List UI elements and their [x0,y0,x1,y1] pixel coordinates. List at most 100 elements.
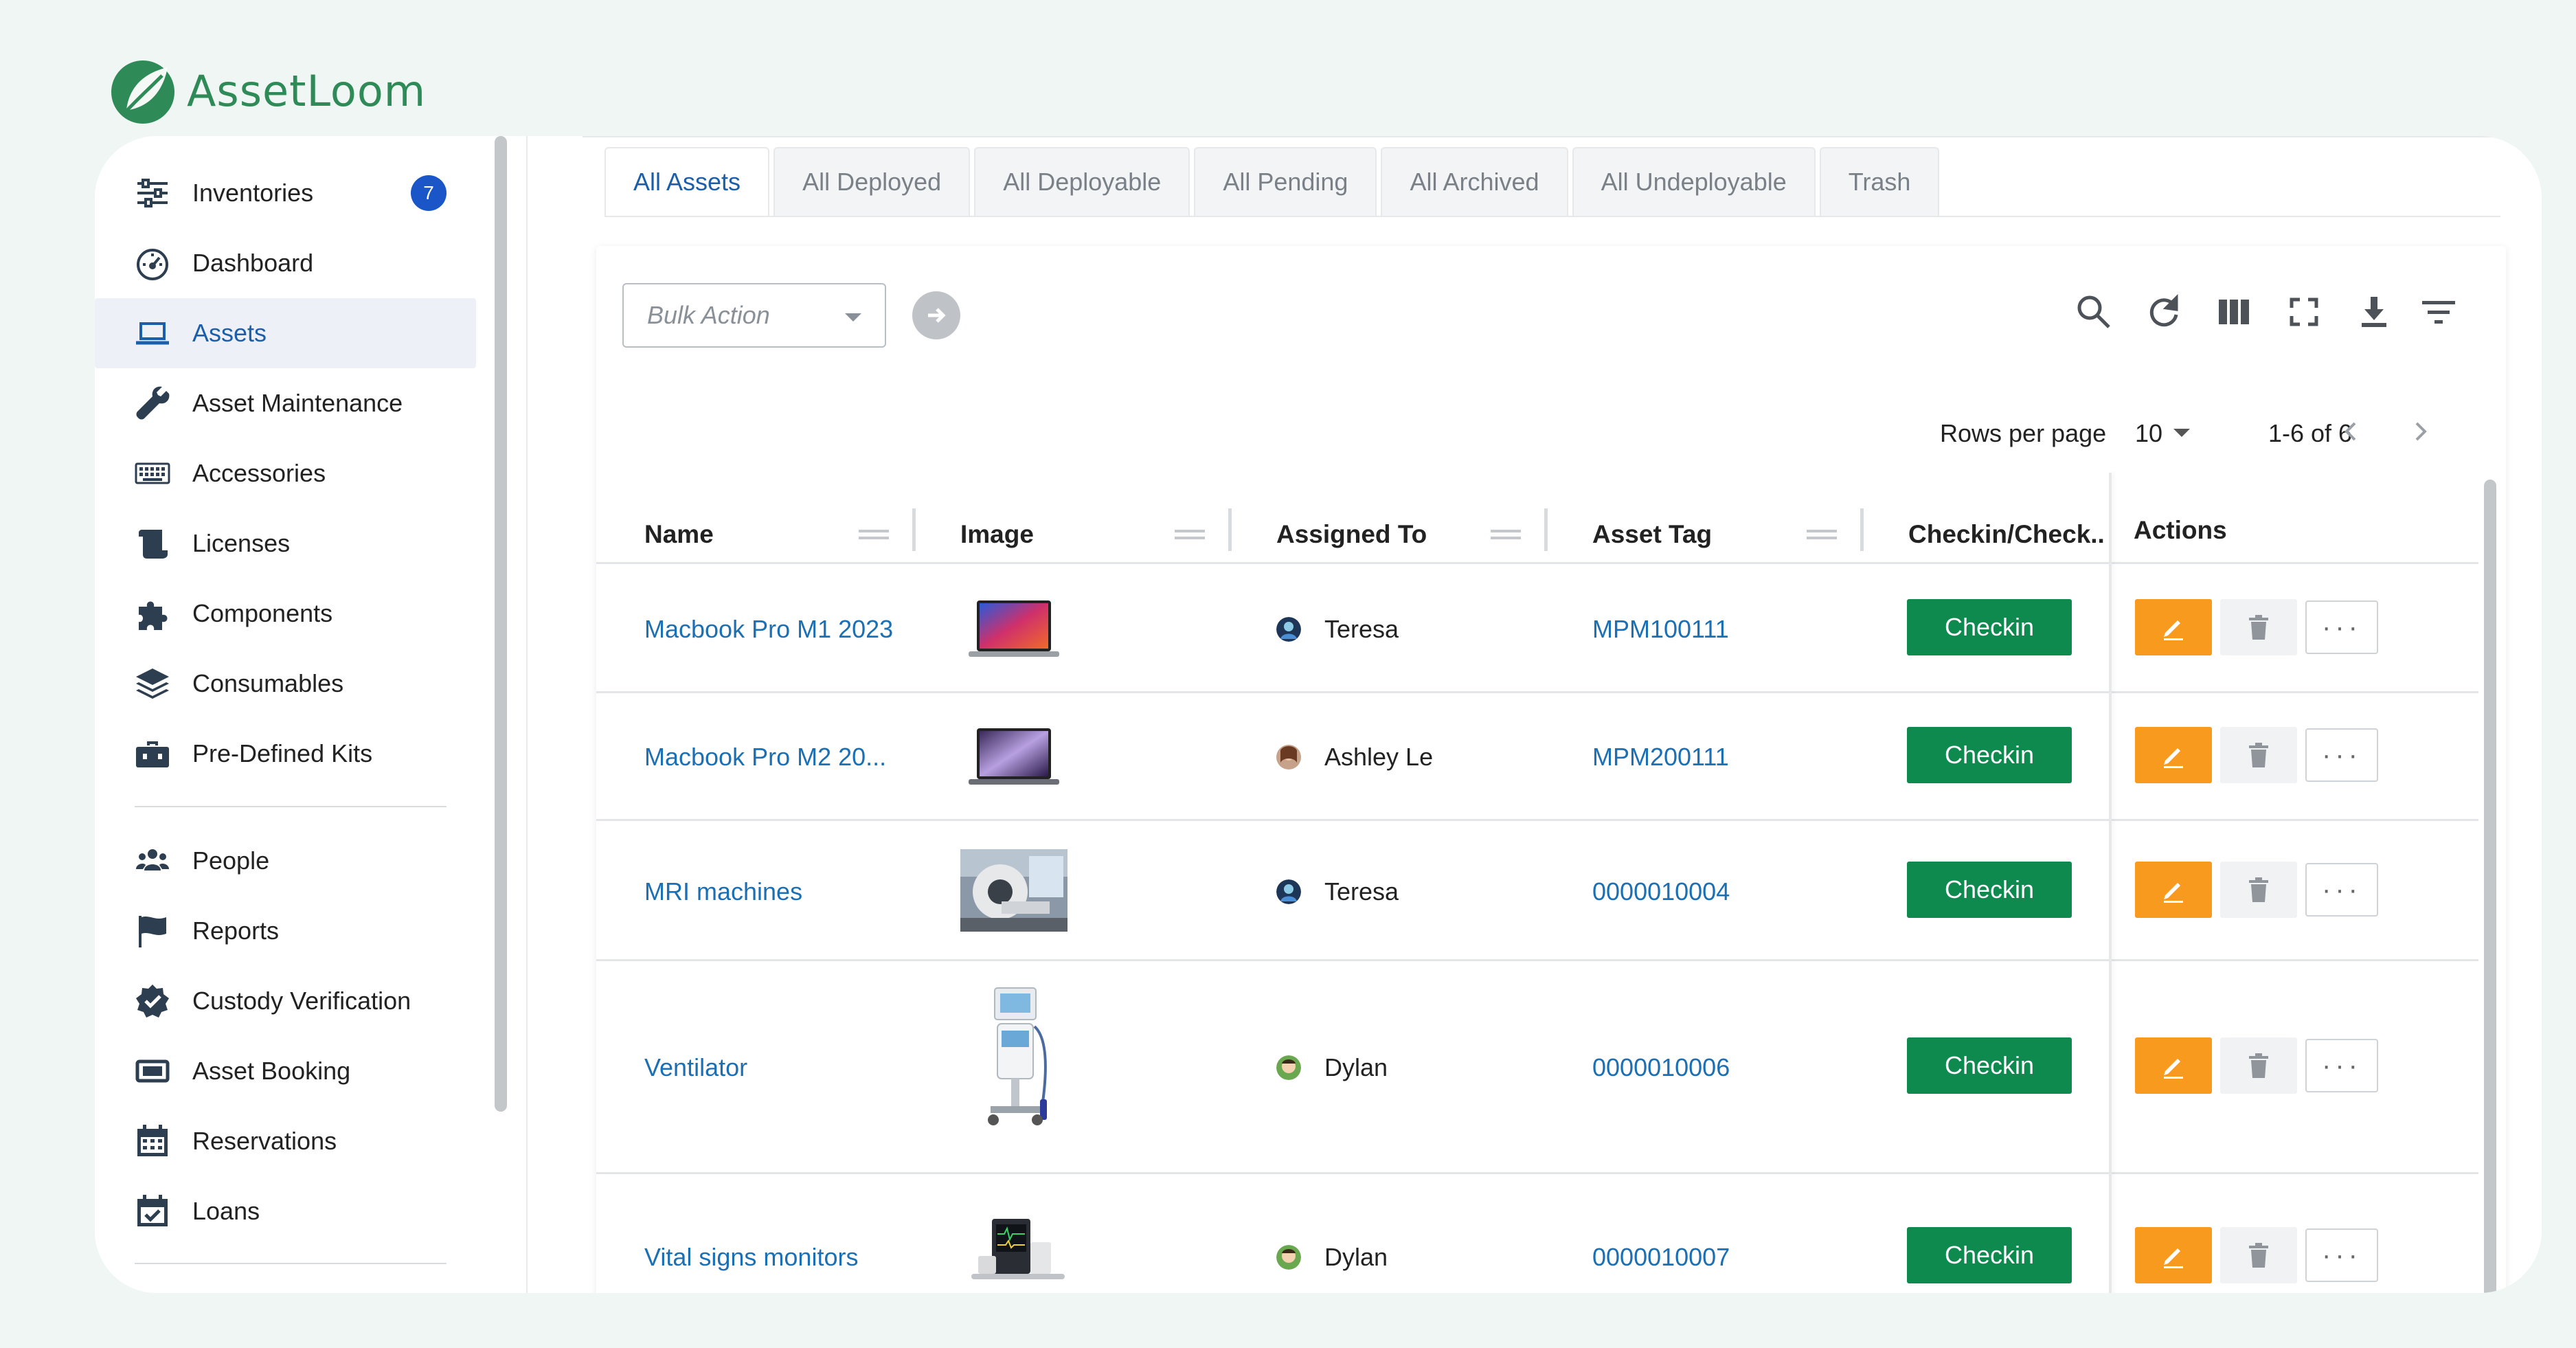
sidebar-item-loans[interactable]: Loans [95,1176,476,1246]
sidebar-item-people[interactable]: People [95,826,476,896]
column-menu-icon[interactable] [1175,530,1205,539]
refresh-icon[interactable] [2143,291,2184,333]
sidebar-item-assets[interactable]: Assets [95,298,476,368]
chevron-right-icon[interactable] [2403,412,2437,451]
column-resizer[interactable] [1544,508,1548,551]
column-header-image[interactable]: Image [960,507,1034,562]
sidebar-item-components[interactable]: Components [95,578,476,649]
tab-trash[interactable]: Trash [1819,147,1940,216]
delete-button[interactable] [2220,862,2297,918]
filter-icon[interactable] [2418,291,2459,333]
asset-name-link[interactable]: Ventilator [644,1047,747,1088]
row-divider [596,959,2478,961]
edit-button[interactable] [2135,1227,2212,1283]
column-resizer[interactable] [912,508,916,551]
rows-per-page-select[interactable]: 10 [2135,419,2162,448]
tab-all-deployable[interactable]: All Deployable [974,147,1190,216]
edit-button[interactable] [2135,727,2212,783]
chevron-left-icon[interactable] [2334,412,2369,451]
asset-tag-link[interactable]: MPM200111 [1592,737,1729,778]
more-options-button[interactable]: ··· [2305,600,2378,654]
asset-thumbnail[interactable] [971,1215,1065,1283]
bulk-action-go-button[interactable] [912,291,960,339]
edit-button[interactable] [2135,862,2212,918]
brand-logo[interactable]: AssetLoom [109,55,426,126]
asset-thumbnail[interactable] [960,849,1067,932]
tab-all-deployed[interactable]: All Deployed [773,147,971,216]
column-resizer[interactable] [1860,508,1864,551]
download-icon[interactable] [2353,291,2395,333]
chevron-down-icon[interactable] [2173,429,2190,437]
avatar [1276,745,1301,770]
asset-name-link[interactable]: MRI machines [644,871,802,912]
sidebar-item-reservations[interactable]: Reservations [95,1106,476,1176]
sidebar-item-reports[interactable]: Reports [95,896,476,966]
checkin-button[interactable]: Checkin [1907,599,2072,655]
sidebar-item-dashboard[interactable]: Dashboard [95,228,476,298]
sidebar-item-asset-maintenance[interactable]: Asset Maintenance [95,368,476,438]
puzzle-icon [133,594,172,633]
column-header-assigned-to[interactable]: Assigned To [1276,507,1427,562]
more-options-button[interactable]: ··· [2305,1039,2378,1092]
edit-button[interactable] [2135,599,2212,655]
delete-button[interactable] [2220,599,2297,655]
column-menu-icon[interactable] [859,530,889,539]
ellipsis-icon: ··· [2322,1239,2362,1270]
asset-tag-link[interactable]: 0000010004 [1592,871,1730,912]
tab-all-assets[interactable]: All Assets [605,147,770,216]
assigned-user[interactable]: Teresa [1276,609,1399,650]
delete-button[interactable] [2220,727,2297,783]
arrow-right-icon [928,308,946,323]
sidebar-item-label: Reports [192,917,280,945]
asset-name-link[interactable]: Macbook Pro M1 2023 [644,609,893,650]
checkin-button[interactable]: Checkin [1907,862,2072,918]
laptop-icon [133,314,172,352]
tab-all-archived[interactable]: All Archived [1381,147,1568,216]
trash-icon [2249,1243,2268,1268]
more-options-button[interactable]: ··· [2305,728,2378,782]
assigned-user[interactable]: Dylan [1276,1047,1388,1088]
more-options-button[interactable]: ··· [2305,1228,2378,1282]
bulk-action-select[interactable]: Bulk Action [622,283,886,348]
asset-thumbnail[interactable] [967,724,1061,790]
column-header-asset-tag[interactable]: Asset Tag [1592,507,1712,562]
checkin-button[interactable]: Checkin [1907,1037,2072,1094]
more-options-button[interactable]: ··· [2305,863,2378,917]
assigned-user[interactable]: Ashley Le [1276,737,1433,778]
column-menu-icon[interactable] [1491,530,1521,539]
sidebar-item-pre-defined-kits[interactable]: Pre-Defined Kits [95,719,476,789]
asset-tag-link[interactable]: MPM100111 [1592,609,1729,650]
search-icon[interactable] [2073,291,2114,333]
checkin-button[interactable]: Checkin [1907,727,2072,783]
checkin-button[interactable]: Checkin [1907,1227,2072,1283]
edit-button[interactable] [2135,1037,2212,1094]
column-header-name[interactable]: Name [644,507,714,562]
columns-icon[interactable] [2213,291,2255,333]
delete-button[interactable] [2220,1227,2297,1283]
asset-tag-link[interactable]: 0000010006 [1592,1047,1730,1088]
asset-name-link[interactable]: Macbook Pro M2 20... [644,737,886,778]
sidebar-item-asset-booking[interactable]: Asset Booking [95,1036,476,1106]
sidebar-scrollbar[interactable] [495,136,507,1112]
fullscreen-icon[interactable] [2283,291,2325,333]
sidebar-item-accessories[interactable]: Accessories [95,438,476,508]
asset-thumbnail[interactable] [974,985,1054,1130]
table-scrollbar[interactable] [2484,480,2496,1293]
wrench-icon [133,384,172,423]
column-header-checkin-checkout[interactable]: Checkin/Check.. [1908,507,2105,562]
flag-icon [133,912,172,950]
column-menu-icon[interactable] [1807,530,1837,539]
delete-button[interactable] [2220,1037,2297,1094]
sidebar-item-consumables[interactable]: Consumables [95,649,476,719]
column-resizer[interactable] [1228,508,1232,551]
sidebar-item-licenses[interactable]: Licenses [95,508,476,578]
asset-name-link[interactable]: Vital signs monitors [644,1237,858,1278]
sidebar-item-inventories[interactable]: Inventories 7 [95,158,476,228]
tab-all-undeployable[interactable]: All Undeployable [1572,147,1816,216]
assigned-user[interactable]: Dylan [1276,1237,1388,1278]
asset-tag-link[interactable]: 0000010007 [1592,1237,1730,1278]
assigned-user[interactable]: Teresa [1276,871,1399,912]
asset-thumbnail[interactable] [967,596,1061,662]
sidebar-item-custody-verification[interactable]: Custody Verification [95,966,476,1036]
tab-all-pending[interactable]: All Pending [1194,147,1377,216]
